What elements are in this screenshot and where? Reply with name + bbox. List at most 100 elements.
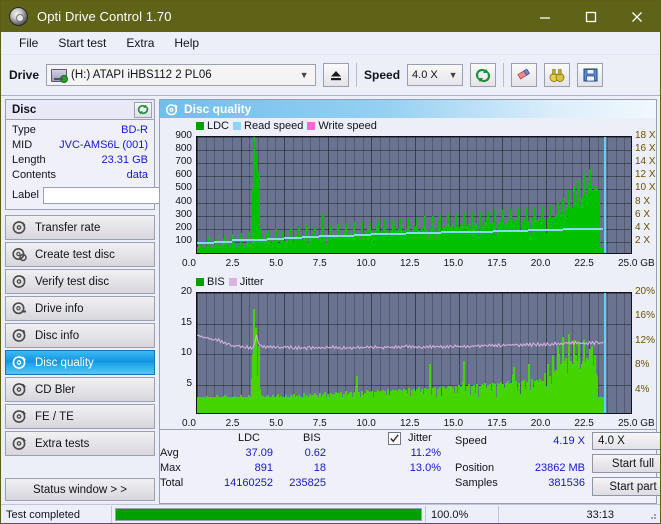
x-tick-label: 10.0	[356, 418, 376, 429]
save-icon	[583, 68, 598, 82]
drive-select[interactable]: (H:) ATAPI iHBS112 2 PL06 ▼	[46, 64, 317, 86]
bis-avg-value: 0.62	[304, 447, 326, 459]
binoculars-icon	[549, 68, 565, 82]
y-tick-label: 700	[175, 156, 192, 168]
sidebar-item-label: Disc info	[35, 329, 80, 342]
speed-line	[353, 234, 372, 237]
data-bar	[596, 188, 599, 253]
result-speed-select[interactable]: 4.0 X ▼	[592, 432, 660, 450]
charts-area: LDC Read speed Write speed 100 200 300 400 500 6…	[160, 118, 656, 429]
start-part-button[interactable]: Start part	[592, 477, 660, 496]
eraser-button[interactable]	[511, 63, 538, 87]
sidebar-item-extra-tests[interactable]: Extra tests	[5, 431, 155, 456]
samples-result-label: Samples	[455, 477, 498, 489]
minimize-icon[interactable]	[522, 1, 568, 32]
x-tick-label: 7.5	[312, 418, 327, 429]
speed-line	[301, 235, 320, 238]
binoculars-button[interactable]	[544, 63, 571, 87]
row-label-max: Max	[160, 462, 181, 474]
y-tick-label: 15	[180, 316, 192, 328]
disc-type-value: BD-R	[121, 124, 148, 136]
x-tick-label: 25.0 GB	[618, 258, 655, 269]
disc-quality-panel: Disc quality LDC Read speed Write speed 100…	[159, 99, 660, 504]
disc-bler-icon	[12, 383, 26, 396]
ldc-chart: LDC Read speed Write speed 100 200 300 400 500 6…	[160, 118, 655, 274]
drive-icon	[51, 68, 69, 83]
y-tick-label: 800	[175, 143, 192, 155]
speed-line	[476, 230, 494, 233]
sidebar-nav: Transfer rate Create test disc Verify te…	[5, 215, 155, 456]
menu-file[interactable]: File	[10, 34, 47, 52]
sidebar-item-drive-info[interactable]: Drive info	[5, 296, 155, 321]
eject-button[interactable]	[323, 63, 350, 87]
toolbar-divider	[503, 63, 505, 87]
disc-row-contents: Contents data	[12, 168, 148, 183]
menu-extra[interactable]: Extra	[117, 34, 163, 52]
x-tick-label: 15.0	[443, 258, 464, 269]
panel-header: Disc quality	[160, 100, 656, 118]
jitter-checkbox[interactable]	[388, 432, 401, 445]
row-label-avg: Avg	[160, 447, 179, 459]
disc-refresh-button[interactable]	[134, 101, 152, 118]
x-tick-label: 25.0 GB	[618, 418, 655, 429]
refresh-icon	[475, 68, 491, 82]
app-window: Opti Drive Control 1.70 File Start test …	[0, 0, 661, 524]
x-tick-label: 20.0	[530, 418, 551, 429]
refresh-icon	[137, 104, 149, 115]
legend-swatch	[228, 278, 237, 286]
y2-tick-label: 16 X	[635, 143, 656, 155]
bis-column-header: BIS	[303, 432, 321, 444]
y-tick-label: 600	[175, 169, 192, 181]
speed-line	[197, 241, 215, 244]
speed-value: 4.0 X	[412, 69, 438, 81]
speed-line	[336, 234, 354, 237]
disc-row-length: Length 23.31 GB	[12, 153, 148, 168]
y-tick-label: 20	[180, 286, 192, 297]
save-button[interactable]	[577, 63, 604, 87]
sidebar-item-fe-te[interactable]: FE / TE	[5, 404, 155, 429]
scan-cursor	[603, 137, 606, 253]
menu-start-test[interactable]: Start test	[49, 34, 115, 52]
start-full-button[interactable]: Start full	[592, 454, 660, 473]
panel-title: Disc quality	[184, 102, 252, 116]
sidebar-item-create-test-disc[interactable]: Create test disc	[5, 242, 155, 267]
speed-line	[545, 228, 564, 231]
legend-entry: Jitter	[228, 276, 264, 288]
speed-select[interactable]: 4.0 X ▼	[407, 64, 464, 86]
disc-label-key: Label	[12, 189, 39, 201]
y2-tick-label: 16%	[635, 310, 656, 322]
bis-max-value: 18	[313, 462, 326, 474]
sidebar-item-disc-info[interactable]: Disc info	[5, 323, 155, 348]
sidebar-item-verify-test-disc[interactable]: Verify test disc	[5, 269, 155, 294]
disc-panel: Disc Type BD-R MID JVC-AMS6L (001) Lengt…	[5, 99, 240, 210]
chevron-down-icon: ▼	[448, 70, 458, 80]
speed-line	[528, 229, 546, 232]
x-tick-label: 15.0	[443, 418, 464, 429]
disc-extra-icon	[12, 437, 26, 450]
chart-legend: BIS Jitter	[196, 276, 264, 288]
position-result-label: Position	[455, 462, 495, 474]
scan-cursor	[603, 293, 606, 413]
y2-tick-label: 4 X	[635, 221, 651, 233]
close-icon[interactable]	[614, 1, 660, 32]
speed-line	[319, 235, 337, 238]
sidebar-item-disc-quality[interactable]: Disc quality	[5, 350, 155, 375]
maximize-icon[interactable]	[568, 1, 614, 32]
eraser-icon	[517, 68, 531, 80]
resize-grip[interactable]	[647, 510, 657, 520]
speed-line	[580, 227, 604, 230]
menu-help[interactable]: Help	[165, 34, 208, 52]
elapsed-time: 33:13	[586, 508, 614, 521]
y2-tick-label: 2 X	[635, 234, 651, 246]
speed-line	[231, 239, 250, 242]
disc-rows: Type BD-R MID JVC-AMS6L (001) Length 23.…	[6, 120, 240, 209]
ldc-column-header: LDC	[238, 432, 261, 444]
refresh-button[interactable]	[470, 63, 497, 87]
status-window-button[interactable]: Status window > >	[5, 478, 155, 501]
x-tick-label: 17.5	[487, 418, 507, 429]
chart-legend: LDC Read speed Write speed	[196, 120, 377, 132]
sidebar-item-cd-bler[interactable]: CD Bler	[5, 377, 155, 402]
sidebar-item-transfer-rate[interactable]: Transfer rate	[5, 215, 155, 240]
legend-label: Jitter	[239, 276, 264, 288]
speed-line	[493, 230, 511, 233]
